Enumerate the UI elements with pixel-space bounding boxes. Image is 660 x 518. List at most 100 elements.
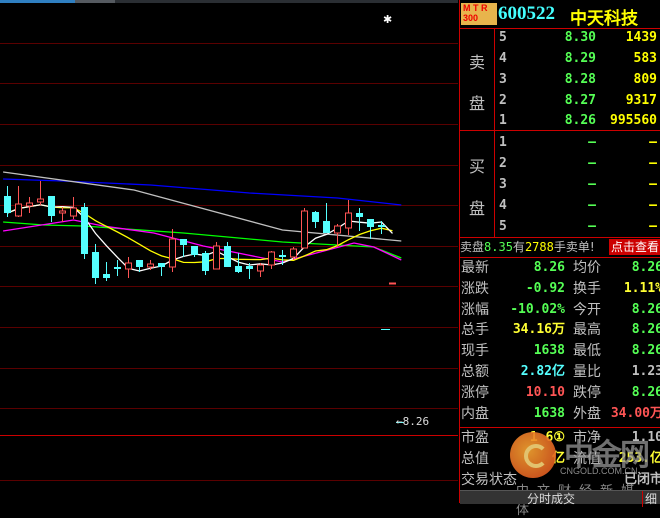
stock-header: M T R 300 600522 中天科技 [460, 0, 660, 29]
tab-detail[interactable]: 细 [645, 491, 657, 507]
buy-level-row[interactable]: 1 — — [496, 135, 660, 155]
stat-label: 涨跌 [461, 280, 489, 297]
candle-body [202, 253, 209, 271]
ma5-line [7, 204, 393, 272]
buy-level: 1 [499, 135, 507, 150]
buy-price: — [588, 135, 596, 150]
candle-body [114, 267, 121, 269]
tab-time-sales[interactable]: 分时成交 [460, 491, 643, 507]
buy-level: 2 [499, 156, 507, 171]
sell-price: 8.27 [564, 93, 596, 108]
stat-value: 已闭市 [623, 471, 660, 487]
buy-level: 3 [499, 177, 507, 192]
candle-body [235, 266, 242, 272]
buy-level: 5 [499, 219, 507, 234]
sell-level-row[interactable]: 2 8.27 9317 [496, 93, 660, 113]
quote-panel: M T R 300 600522 中天科技 卖盘 5 8.30 1439 4 8.29 58… [459, 0, 660, 518]
buy-level-row[interactable]: 5 — — [496, 219, 660, 239]
sell-level: 3 [499, 72, 507, 87]
sell-order-notice: 卖盘8.35有2788手卖单! 点击查看 [460, 238, 660, 258]
stat-label: 总值 [461, 450, 489, 467]
candle-body [125, 262, 132, 270]
stat-label: 跌停 [573, 384, 601, 401]
buy-price: — [588, 219, 596, 234]
candle-body [59, 210, 66, 214]
star-icon: ✱ [383, 13, 392, 26]
sell-level: 5 [499, 30, 507, 45]
sell-level-row[interactable]: 5 8.30 1439 [496, 30, 660, 50]
stat-value: 2.82亿 [520, 363, 565, 379]
candle-body [81, 207, 88, 254]
stat-row: 总值 亿流值 253.亿 [460, 449, 660, 470]
stat-label: 最新 [461, 260, 489, 276]
label: 卖 [469, 53, 486, 72]
candle-body [48, 196, 55, 216]
sell-price: 8.28 [564, 72, 596, 87]
sell-level-row[interactable]: 1 8.26 995560 [496, 113, 660, 133]
candle-body [345, 212, 352, 229]
stock-name: 中天科技 [570, 9, 638, 29]
sell-price: 8.26 [564, 113, 596, 128]
stat-row: 涨跌 -0.92 换手 1.11% [460, 279, 660, 300]
buy-volume: — [649, 156, 657, 171]
buy-price: — [588, 198, 596, 213]
stat-label: 流值 [573, 450, 601, 467]
stat-value: 8.26 [533, 260, 565, 275]
notice-text: 卖盘 [460, 240, 485, 254]
ma-blue-line [3, 178, 402, 206]
stat-label: 涨停 [461, 384, 489, 401]
candle-body [26, 202, 33, 207]
stat-value: 1 6① [529, 430, 565, 445]
candle-body [279, 255, 286, 257]
stat-row: 总额 2.82亿 量比 1.23 [460, 362, 660, 383]
stat-value: 34.00万 [610, 405, 660, 421]
stat-label: 现手 [461, 343, 489, 360]
stat-value: 1638 [533, 343, 565, 359]
sell-level-row[interactable]: 3 8.28 809 [496, 72, 660, 92]
scrollbar-track [75, 0, 115, 3]
stat-row: 涨停 10.10 跌停 8.26 [460, 383, 660, 404]
sell-volume: 1439 [625, 30, 657, 45]
stat-label: 市盈 [461, 430, 489, 446]
candle-body [224, 246, 231, 267]
chart-top-scrollbar[interactable] [0, 0, 458, 3]
buy-level-row[interactable]: 2 — — [496, 156, 660, 176]
mtr-badge[interactable]: M T R 300 [461, 3, 497, 25]
buy-level-row[interactable]: 3 — — [496, 177, 660, 197]
buy-volume: — [649, 135, 657, 150]
candle-body [213, 245, 220, 270]
candle-body [70, 207, 77, 217]
stat-value: 8.26 [631, 384, 660, 400]
stat-label: 涨幅 [461, 301, 489, 318]
stat-value: 34.16万 [512, 322, 565, 338]
buy-level-row[interactable]: 4 — — [496, 198, 660, 218]
candle-body [323, 221, 330, 233]
stat-row: 市盈 1 6① 市净 1.10 [460, 428, 660, 449]
stat-row: 交易状态 已闭市 [460, 470, 660, 491]
stat-value: 10.10 [525, 384, 565, 400]
sell-volume: 995560 [610, 113, 657, 128]
label: 盘 [469, 199, 486, 218]
kline-chart[interactable]: ✱ [0, 0, 458, 503]
stat-value: 1638 [533, 405, 565, 421]
valuation-stats: 市盈 1 6① 市净 1.10 总值 亿流值 253.亿 交易状态 已闭市 [460, 428, 660, 490]
sell-price: 8.29 [564, 51, 596, 66]
stat-value: -10.02% [510, 301, 565, 317]
stat-row: 最新 8.26 均价 8.26 [460, 258, 660, 279]
scrollbar-thumb[interactable] [0, 0, 75, 3]
candle-body [312, 212, 319, 222]
bottom-tabs: 分时成交 细 [460, 490, 660, 507]
candle-body [257, 264, 264, 272]
candle-body [356, 213, 363, 217]
quote-stats: 最新 8.26 均价 8.26 涨跌 -0.92 换手 1.11% 涨幅 -10.02% 今开 8.2… [460, 258, 660, 424]
stat-row: 现手 1638 最低 8.26 [460, 341, 660, 362]
view-details-button[interactable]: 点击查看 [608, 239, 660, 255]
candle-body [158, 263, 165, 267]
sell-side-label: 卖盘 [460, 29, 495, 130]
candle-body [92, 252, 99, 278]
stat-label: 最低 [573, 343, 601, 360]
badge-text: M T R [463, 3, 488, 13]
sell-volume: 809 [633, 72, 657, 87]
stat-label: 量比 [573, 363, 601, 380]
sell-level-row[interactable]: 4 8.29 583 [496, 51, 660, 71]
